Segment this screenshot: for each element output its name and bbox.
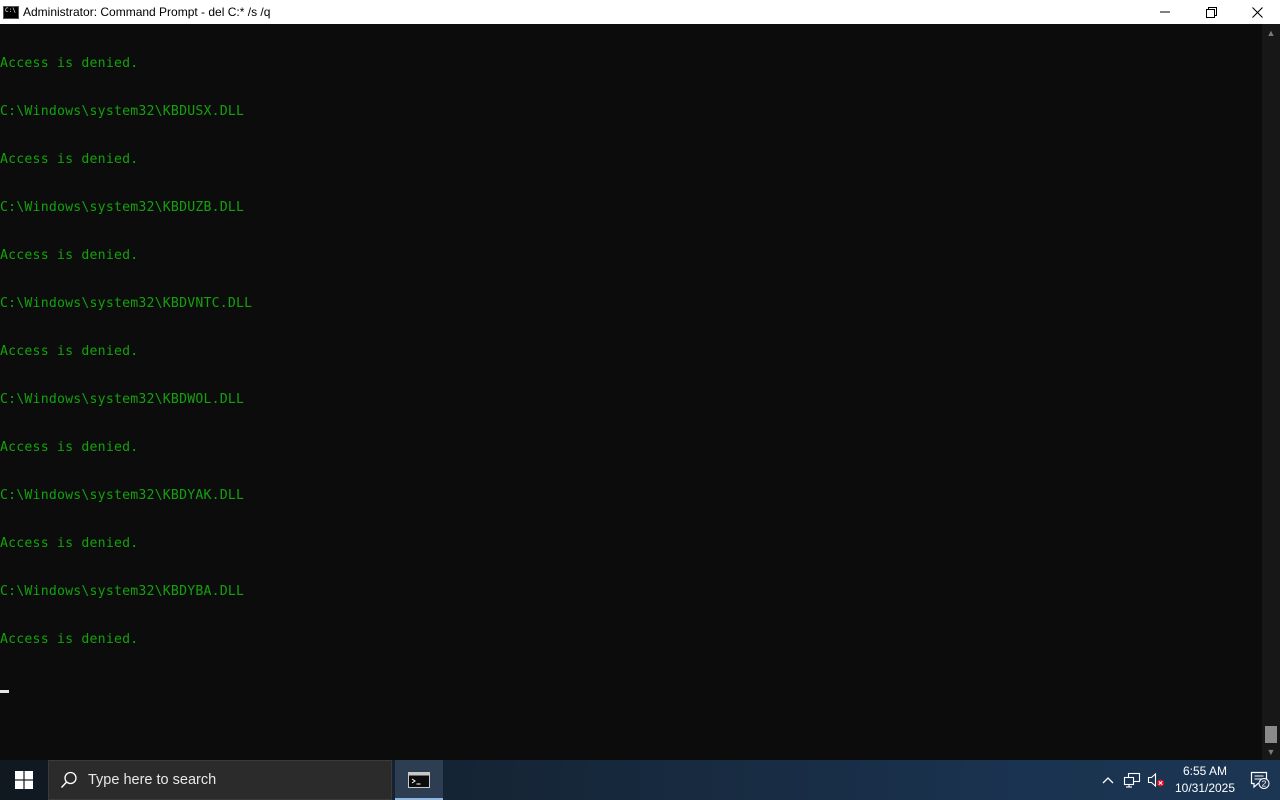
cmd-icon <box>408 772 430 788</box>
notification-icon: 2 <box>1250 771 1270 789</box>
clock-time: 6:55 AM <box>1182 764 1228 778</box>
console-line: C:\Windows\system32\KBDWOL.DLL <box>0 392 245 407</box>
minimize-button[interactable] <box>1142 0 1188 24</box>
title-bar[interactable]: Administrator: Command Prompt - del C:* … <box>0 0 1280 24</box>
console-line: C:\Windows\system32\KBDUZB.DLL <box>0 200 245 215</box>
minimize-icon <box>1160 11 1170 13</box>
console-line: Access is denied. <box>0 536 139 551</box>
console-line: Access is denied. <box>0 248 139 263</box>
clock-date: 10/31/2025 <box>1174 781 1236 795</box>
taskbar-search-box[interactable]: Type here to search <box>48 760 392 800</box>
close-button[interactable] <box>1234 0 1280 24</box>
restore-button[interactable] <box>1188 0 1234 24</box>
console-line: C:\Windows\system32\KBDYBA.DLL <box>0 584 245 599</box>
console-line: Access is denied. <box>0 440 139 455</box>
console-line: Access is denied. <box>0 632 139 647</box>
scroll-up-arrow-icon[interactable]: ▲ <box>1262 24 1280 41</box>
window-title: Administrator: Command Prompt - del C:* … <box>23 5 271 19</box>
window-controls <box>1142 0 1280 24</box>
chevron-up-icon[interactable] <box>1096 760 1120 800</box>
close-icon <box>1251 6 1263 18</box>
cmd-icon[interactable] <box>3 5 19 19</box>
console-line: C:\Windows\system32\KBDUSX.DLL <box>0 104 245 119</box>
console-line: Access is denied. <box>0 56 139 71</box>
scroll-down-arrow-icon[interactable]: ▼ <box>1262 743 1280 760</box>
search-placeholder: Type here to search <box>88 772 217 788</box>
network-icon[interactable] <box>1120 760 1144 800</box>
system-tray: 6:55 AM 10/31/2025 2 <box>1096 760 1280 800</box>
taskbar: Type here to search 6:55 AM 10/31/2025 2 <box>0 760 1280 800</box>
console-lines: Access is denied. C:\Windows\system32\KB… <box>0 24 1262 680</box>
console-output-area[interactable]: Access is denied. C:\Windows\system32\KB… <box>0 24 1262 760</box>
console-line: Access is denied. <box>0 152 139 167</box>
restore-icon <box>1205 6 1217 18</box>
search-icon <box>49 760 89 800</box>
console-line: C:\Windows\system32\KBDYAK.DLL <box>0 488 245 503</box>
windows-logo-icon <box>15 771 33 789</box>
console-line: C:\Windows\system32\KBDVNTC.DLL <box>0 296 253 311</box>
start-button[interactable] <box>0 760 48 800</box>
taskbar-app-command-prompt[interactable] <box>395 760 443 800</box>
volume-muted-icon[interactable] <box>1144 760 1168 800</box>
notification-count: 2 <box>1262 779 1267 789</box>
scroll-thumb[interactable] <box>1265 726 1277 743</box>
text-cursor <box>0 690 9 693</box>
action-center-button[interactable]: 2 <box>1240 760 1280 800</box>
taskbar-clock[interactable]: 6:55 AM 10/31/2025 <box>1170 760 1240 800</box>
vertical-scrollbar[interactable]: ▲ ▼ <box>1262 24 1280 760</box>
console-line: Access is denied. <box>0 344 139 359</box>
